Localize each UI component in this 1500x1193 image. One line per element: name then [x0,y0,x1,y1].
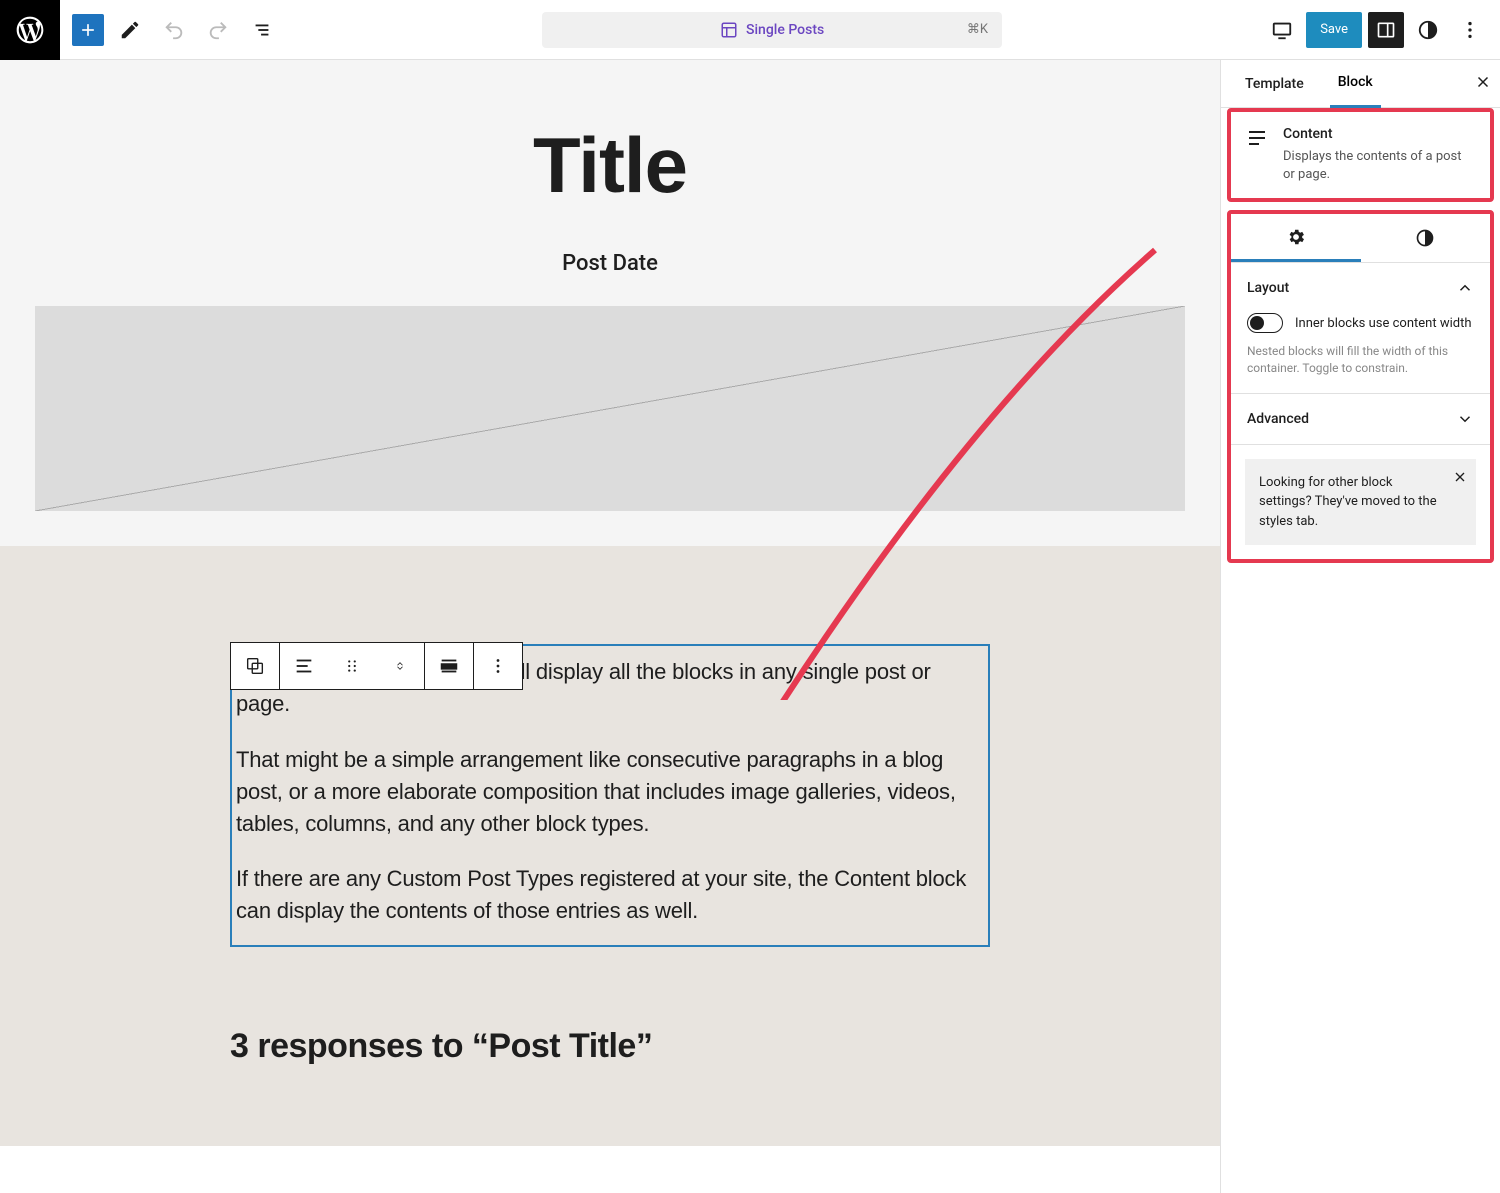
options-button[interactable] [1452,12,1488,48]
panel-layout-label: Layout [1247,280,1289,296]
notice-text: Looking for other block settings? They'v… [1259,475,1437,529]
more-options-button[interactable] [474,643,522,689]
panel-advanced-label: Advanced [1247,411,1309,427]
redo-button[interactable] [200,12,236,48]
styles-icon [1415,228,1435,248]
width-button[interactable] [425,643,473,689]
document-title: Single Posts [746,22,824,38]
align-button[interactable] [280,643,328,689]
list-view-button[interactable] [244,12,280,48]
block-type-button[interactable] [231,643,279,689]
block-name: Content [1283,126,1476,142]
panel-advanced-toggle[interactable]: Advanced [1247,410,1474,428]
highlight-block-info: Content Displays the contents of a post … [1227,108,1494,202]
content-icon [1245,126,1269,184]
content-paragraph: That might be a simple arrangement like … [236,744,984,840]
top-toolbar: Single Posts ⌘K Save [0,0,1500,60]
close-icon[interactable] [1452,469,1468,492]
post-title[interactable]: Title [35,120,1185,211]
settings-sidebar: Template Block Content Displays the cont… [1220,60,1500,1193]
panel-layout-toggle[interactable]: Layout [1247,279,1474,297]
chevron-down-icon [1456,410,1474,428]
wordpress-logo[interactable] [0,0,60,60]
move-buttons[interactable] [376,643,424,689]
layout-hint: Nested blocks will fill the width of thi… [1247,343,1474,377]
block-toolbar [230,642,523,690]
content-paragraph: If there are any Custom Post Types regis… [236,863,984,927]
highlight-block-settings: Layout Inner blocks use content width Ne… [1227,210,1494,563]
close-sidebar-icon[interactable] [1474,73,1492,95]
tools-button[interactable] [112,12,148,48]
content-width-label: Inner blocks use content width [1295,316,1472,331]
styles-notice: Looking for other block settings? They'v… [1245,459,1476,546]
post-date[interactable]: Post Date [35,251,1185,276]
styles-button[interactable] [1410,12,1446,48]
settings-sidebar-toggle[interactable] [1368,12,1404,48]
save-button[interactable]: Save [1306,12,1362,48]
document-bar[interactable]: Single Posts ⌘K [542,12,1002,48]
tab-block[interactable]: Block [1330,60,1381,108]
editor-canvas[interactable]: Title Post Date [0,60,1220,1193]
subtab-styles[interactable] [1361,214,1491,262]
view-button[interactable] [1264,12,1300,48]
featured-image-placeholder[interactable] [35,306,1185,511]
subtab-settings[interactable] [1231,214,1361,262]
block-description: Displays the contents of a post or page. [1283,148,1476,184]
gear-icon [1286,227,1306,247]
drag-handle[interactable] [328,643,376,689]
chevron-up-icon [1456,279,1474,297]
comments-title[interactable]: 3 responses to “Post Title” [230,1027,990,1066]
content-width-toggle[interactable] [1247,313,1283,333]
command-shortcut: ⌘K [967,22,988,37]
undo-button[interactable] [156,12,192,48]
tab-template[interactable]: Template [1237,60,1312,108]
block-inserter-button[interactable] [72,14,104,46]
